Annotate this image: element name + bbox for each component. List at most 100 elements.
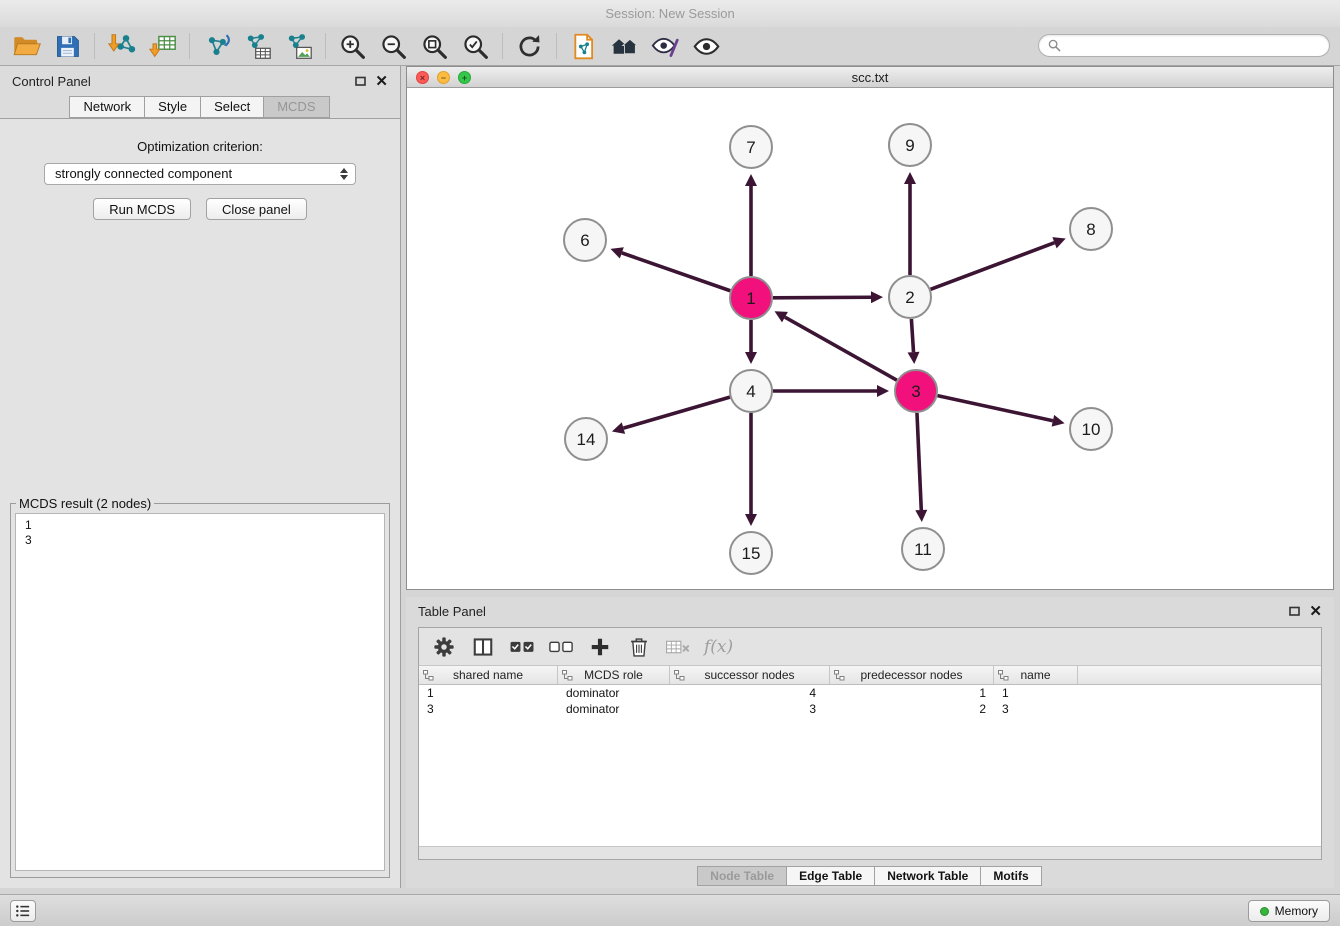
tab-select[interactable]: Select xyxy=(200,96,264,118)
memory-label: Memory xyxy=(1275,904,1318,918)
import-table-button[interactable] xyxy=(142,29,183,63)
float-panel-icon[interactable] xyxy=(355,76,366,86)
table-horizontal-scrollbar[interactable] xyxy=(419,846,1321,859)
import-network-button[interactable] xyxy=(101,29,142,63)
cell-mcds-role: dominator xyxy=(558,685,670,701)
export-image-button[interactable] xyxy=(278,29,319,63)
clone-network-button[interactable] xyxy=(196,29,237,63)
graph-node-label: 8 xyxy=(1086,220,1095,239)
table-settings-button[interactable] xyxy=(431,632,457,662)
column-label: shared name xyxy=(453,668,523,682)
zoom-fit-button[interactable] xyxy=(414,29,455,63)
tab-motifs[interactable]: Motifs xyxy=(980,866,1041,886)
eye-pen-icon xyxy=(651,32,680,61)
delete-column-button[interactable] xyxy=(626,632,652,662)
graph-edge-3-1[interactable] xyxy=(785,317,897,380)
zoom-in-button[interactable] xyxy=(332,29,373,63)
mcds-result-legend: MCDS result (2 nodes) xyxy=(16,496,154,511)
memory-button[interactable]: Memory xyxy=(1248,900,1330,922)
column-label: predecessor nodes xyxy=(860,668,962,682)
cell-successor-nodes: 3 xyxy=(670,701,830,717)
show-view-button[interactable] xyxy=(686,29,727,63)
graph-node-label: 14 xyxy=(577,430,596,449)
graph-edge-3-11[interactable] xyxy=(917,413,921,510)
window-zoom-icon[interactable]: + xyxy=(458,71,471,84)
graph-edge-2-3[interactable] xyxy=(911,319,913,352)
tab-node-table[interactable]: Node Table xyxy=(697,866,787,886)
tab-mcds[interactable]: MCDS xyxy=(263,96,329,118)
window-close-icon[interactable]: × xyxy=(416,71,429,84)
search-input[interactable] xyxy=(1067,39,1320,53)
column-label: name xyxy=(1020,668,1050,682)
show-columns-button[interactable] xyxy=(470,632,496,662)
delete-table-button xyxy=(665,632,691,662)
tab-edge-table[interactable]: Edge Table xyxy=(786,866,875,886)
open-folder-icon xyxy=(12,32,41,61)
table-row[interactable]: 3 dominator 3 2 3 xyxy=(419,701,1321,717)
zoom-in-icon xyxy=(338,32,367,61)
unselect-all-columns-button[interactable] xyxy=(548,632,574,662)
save-icon xyxy=(53,32,82,61)
network-canvas[interactable]: 7968124314101511 xyxy=(407,88,1333,589)
column-header-predecessor-nodes[interactable]: predecessor nodes xyxy=(830,666,994,684)
column-header-mcds-role[interactable]: MCDS role xyxy=(558,666,670,684)
graph-node-label: 7 xyxy=(746,138,755,157)
home-button[interactable] xyxy=(604,29,645,63)
annotation-button[interactable] xyxy=(645,29,686,63)
column-header-successor-nodes[interactable]: successor nodes xyxy=(670,666,830,684)
save-session-button[interactable] xyxy=(47,29,88,63)
mcds-result-line: 3 xyxy=(25,533,375,548)
titlebar: Session: New Session xyxy=(0,0,1340,27)
table-row[interactable]: 1 dominator 4 1 1 xyxy=(419,685,1321,701)
search-box[interactable] xyxy=(1038,34,1330,57)
graph-edge-1-6[interactable] xyxy=(622,253,730,291)
share-document-icon xyxy=(569,32,598,61)
clone-network-icon xyxy=(202,32,231,61)
float-panel-icon[interactable] xyxy=(1289,606,1300,616)
checked-boxes-icon xyxy=(509,638,535,655)
cell-name: 1 xyxy=(994,685,1078,701)
zoom-out-button[interactable] xyxy=(373,29,414,63)
run-mcds-button[interactable]: Run MCDS xyxy=(93,198,191,220)
select-all-columns-button[interactable] xyxy=(509,632,535,662)
import-network-icon xyxy=(107,32,136,61)
unchecked-boxes-icon xyxy=(548,638,574,655)
network-table-button[interactable] xyxy=(237,29,278,63)
open-session-button[interactable] xyxy=(6,29,47,63)
create-column-button[interactable] xyxy=(587,632,613,662)
close-panel-icon[interactable]: ✕ xyxy=(1309,604,1322,619)
graph-edge-1-2[interactable] xyxy=(773,297,871,298)
mcds-result-list: 1 3 xyxy=(15,513,385,871)
delete-table-icon xyxy=(665,637,691,657)
home-icon xyxy=(610,32,639,61)
tab-style[interactable]: Style xyxy=(144,96,201,118)
column-header-name[interactable]: name xyxy=(994,666,1078,684)
control-panel-tabs: Network Style Select MCDS xyxy=(0,96,400,118)
column-header-shared-name[interactable]: shared name xyxy=(419,666,558,684)
graph-node-label: 15 xyxy=(742,544,761,563)
graph-node-label: 2 xyxy=(905,288,914,307)
column-label: MCDS role xyxy=(584,668,643,682)
tab-network[interactable]: Network xyxy=(69,96,145,118)
task-history-button[interactable] xyxy=(10,900,36,922)
select-arrows-icon xyxy=(340,168,348,180)
graph-node-label: 11 xyxy=(914,540,932,559)
table-panel-title: Table Panel xyxy=(418,604,486,619)
window-minimize-icon[interactable]: − xyxy=(437,71,450,84)
table-empty-area xyxy=(419,717,1321,846)
refresh-button[interactable] xyxy=(509,29,550,63)
tab-network-table[interactable]: Network Table xyxy=(874,866,981,886)
zoom-selected-button[interactable] xyxy=(455,29,496,63)
graph-edge-3-10[interactable] xyxy=(937,396,1052,421)
graph-edge-2-8[interactable] xyxy=(931,243,1055,290)
close-panel-button[interactable]: Close panel xyxy=(206,198,307,220)
graph-edge-4-14[interactable] xyxy=(623,397,729,428)
toolbar-separator xyxy=(325,33,326,59)
share-document-button[interactable] xyxy=(563,29,604,63)
eye-icon xyxy=(692,32,721,61)
network-window-titlebar[interactable]: scc.txt × − + xyxy=(407,67,1333,88)
column-type-icon xyxy=(998,670,1009,681)
optimization-criterion-select[interactable]: strongly connected component xyxy=(44,163,356,185)
close-panel-icon[interactable]: ✕ xyxy=(375,74,388,89)
network-view-window: scc.txt × − + 7968124314101511 xyxy=(406,66,1334,590)
